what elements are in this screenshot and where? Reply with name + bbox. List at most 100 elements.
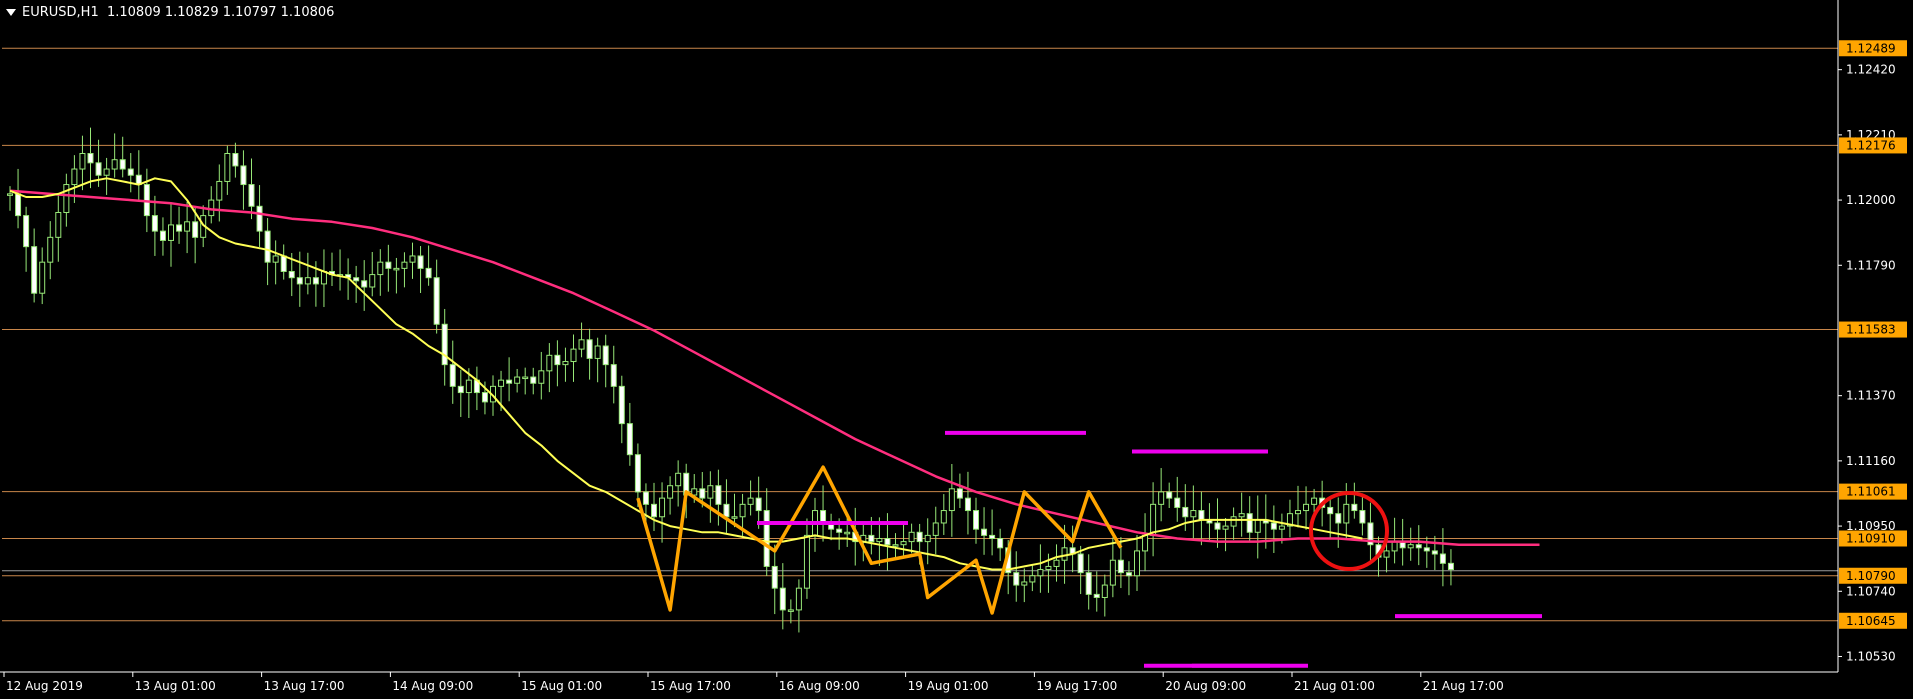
chart-header: EURUSD,H1 1.10809 1.10829 1.10797 1.1080… <box>6 5 334 20</box>
candle-body <box>1439 553 1446 564</box>
candle-body <box>361 280 368 288</box>
candle-body <box>981 528 988 536</box>
candle-body <box>184 221 191 232</box>
level-price-label: 1.11583 <box>1839 321 1907 338</box>
candle-body <box>787 609 794 612</box>
candle-body <box>119 159 126 170</box>
candle-body <box>1214 522 1221 530</box>
candle-body <box>401 261 408 269</box>
candle-body <box>1303 503 1310 512</box>
candle-body <box>932 522 939 536</box>
candle-body <box>884 537 891 546</box>
candle-body <box>844 531 851 535</box>
candle-body <box>1383 550 1390 558</box>
candle-body <box>1109 559 1116 586</box>
candle-body <box>1327 506 1334 515</box>
candle-body <box>1077 553 1084 574</box>
candle-body <box>168 224 174 241</box>
candle-body <box>1295 510 1301 515</box>
candle-body <box>771 565 778 589</box>
candle-body <box>522 376 529 380</box>
candle-body <box>1351 503 1358 512</box>
candle-body <box>481 392 488 403</box>
candle-body <box>87 153 94 164</box>
y-tick-label: 1.11790 <box>1846 258 1896 272</box>
candle-body <box>1150 503 1157 536</box>
candle-body <box>651 503 657 518</box>
candle-body <box>296 277 303 285</box>
candle-body <box>1166 491 1173 499</box>
x-tick-label: 14 Aug 09:00 <box>392 679 473 693</box>
candle-body <box>1125 572 1132 577</box>
candle-body <box>15 193 22 217</box>
candle-body <box>1431 550 1438 555</box>
candle-body <box>538 370 545 384</box>
y-tick-label: 1.10740 <box>1846 584 1896 598</box>
level-label-text: 1.10645 <box>1846 614 1896 628</box>
candle-body <box>868 534 875 543</box>
level-label-text: 1.11583 <box>1846 323 1896 337</box>
candle-body <box>892 544 899 547</box>
candle-body <box>232 153 239 167</box>
candle-body <box>248 184 255 207</box>
candle-body <box>1246 513 1253 533</box>
candle-body <box>1311 497 1318 505</box>
x-tick-label: 16 Aug 09:00 <box>779 679 860 693</box>
candle-body <box>900 541 907 546</box>
level-label-text: 1.10790 <box>1846 569 1896 583</box>
x-tick-label: 15 Aug 01:00 <box>521 679 602 693</box>
candle-body <box>1021 581 1028 586</box>
level-price-label: 1.10790 <box>1839 567 1907 584</box>
candle-body <box>514 376 521 384</box>
candle-body <box>618 385 625 425</box>
chart-menu-triangle-icon[interactable] <box>6 9 16 16</box>
candle-body <box>304 277 311 285</box>
candle-body <box>1198 510 1205 521</box>
candle-body <box>795 587 802 611</box>
candle-body <box>667 485 674 499</box>
candle-body <box>1254 519 1261 533</box>
level-price-label: 1.10910 <box>1839 530 1907 547</box>
candle-body <box>264 230 271 263</box>
candle-body <box>997 537 1004 549</box>
candle-body <box>465 379 472 394</box>
candle-body <box>779 587 786 611</box>
candle-body <box>707 485 714 499</box>
level-label-text: 1.12176 <box>1846 138 1896 152</box>
candle-body <box>1423 547 1430 552</box>
price-chart[interactable]: 1.124201.122101.120001.117901.113701.111… <box>0 0 1913 699</box>
candle-body <box>1278 525 1285 530</box>
symbol-timeframe: EURUSD,H1 <box>22 5 99 20</box>
candle-body <box>1158 491 1165 505</box>
candle-body <box>272 255 279 263</box>
candle-body <box>377 261 384 276</box>
candle-body <box>224 153 231 182</box>
candle-body <box>546 354 553 372</box>
candle-body <box>7 193 13 196</box>
level-label-text: 1.10910 <box>1846 531 1896 545</box>
candle-body <box>312 277 319 285</box>
candle-body <box>55 211 62 238</box>
candle-body <box>1134 550 1140 577</box>
y-tick-label: 1.12420 <box>1846 63 1896 77</box>
y-tick-label: 1.11160 <box>1846 454 1896 468</box>
candle-body <box>63 184 70 213</box>
x-tick-label: 13 Aug 17:00 <box>264 679 345 693</box>
candle-body <box>755 497 762 512</box>
candle-body <box>739 503 746 518</box>
candle-body <box>659 497 666 518</box>
candle-body <box>1359 510 1366 524</box>
candle-body <box>594 345 601 359</box>
x-tick-label: 21 Aug 01:00 <box>1294 679 1375 693</box>
candle-body <box>95 162 102 176</box>
candle-body <box>256 205 263 232</box>
candle-body <box>715 485 722 505</box>
candle-body <box>23 215 30 248</box>
candle-body <box>498 379 505 387</box>
candle-body <box>320 270 327 285</box>
candle-body <box>803 534 810 589</box>
candle-body <box>151 215 158 232</box>
candle-body <box>1407 544 1414 549</box>
candle-body <box>1053 559 1060 567</box>
candle-body <box>208 199 215 217</box>
